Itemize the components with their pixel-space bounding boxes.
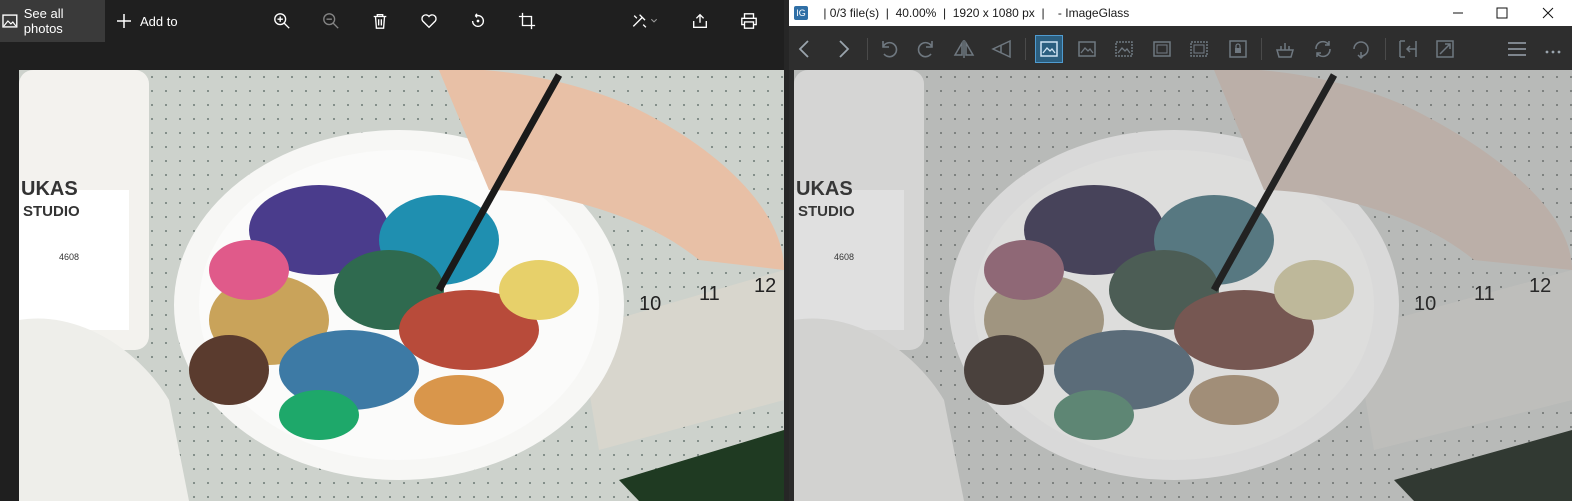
more-icon[interactable]	[1539, 35, 1567, 63]
reload-icon[interactable]	[1347, 35, 1375, 63]
zoom-width-icon[interactable]	[1110, 35, 1138, 63]
zoom-lock-icon[interactable]	[1224, 35, 1252, 63]
bottle-brand-text: UKAS	[21, 178, 78, 200]
photos-app-window: See all photos Add to UKAS STUDIO 4608 1…	[0, 0, 784, 501]
zoom-auto-icon[interactable]	[1035, 35, 1063, 63]
edit-icon[interactable]	[625, 8, 665, 34]
bottle-brand-sub-text: STUDIO	[23, 203, 80, 220]
maximize-button[interactable]	[1479, 0, 1525, 26]
share-icon[interactable]	[687, 8, 713, 34]
toolbar-separator	[1385, 38, 1386, 60]
fullscreen-icon[interactable]	[1431, 35, 1459, 63]
see-all-photos-label: See all photos	[23, 6, 64, 36]
zoom-fit-icon[interactable]	[1073, 35, 1101, 63]
ruler-mark-10: 10	[639, 293, 661, 315]
add-to-label: Add to	[140, 13, 178, 29]
minimize-icon	[1453, 12, 1463, 14]
toolbar-separator	[1261, 38, 1262, 60]
crop-icon[interactable]	[514, 8, 540, 34]
close-button[interactable]	[1525, 0, 1571, 26]
zoom-in-icon[interactable]	[269, 8, 295, 34]
ruler-mark-11: 11	[1474, 283, 1495, 305]
favorite-icon[interactable]	[416, 8, 442, 34]
photos-icon	[2, 14, 18, 28]
bottle-code-text: 4608	[834, 252, 854, 262]
minimize-button[interactable]	[1435, 0, 1481, 26]
open-with-icon[interactable]	[1271, 35, 1299, 63]
bottle-brand-text: UKAS	[796, 178, 853, 200]
photos-toolbar: See all photos Add to	[0, 0, 784, 42]
palette-photo-desaturated: UKAS STUDIO 4608 10 11 12	[794, 70, 1572, 501]
next-icon[interactable]	[829, 35, 857, 63]
imageglass-app-icon: IG	[794, 6, 808, 20]
rotate-icon[interactable]	[465, 8, 491, 34]
palette-photo: UKAS STUDIO 4608 10 11 12	[19, 70, 784, 501]
delete-icon[interactable]	[367, 8, 393, 34]
rotate-right-icon[interactable]	[912, 35, 940, 63]
close-icon	[1542, 7, 1554, 19]
ruler-mark-11: 11	[699, 283, 720, 305]
toolbar-separator	[867, 38, 868, 60]
window-title: | 0/3 file(s) | 40.00% | 1920 x 1080 px …	[820, 6, 1130, 20]
zoom-height-icon[interactable]	[1148, 35, 1176, 63]
fit-window-icon[interactable]	[1394, 35, 1422, 63]
imageglass-window: IG | 0/3 file(s) | 40.00% | 1920 x 1080 …	[789, 0, 1572, 501]
zoom-out-icon[interactable]	[318, 8, 344, 34]
ruler-mark-12: 12	[754, 275, 776, 297]
print-icon[interactable]	[736, 8, 762, 34]
flip-vertical-icon[interactable]	[987, 35, 1015, 63]
zoom-fill-icon[interactable]	[1185, 35, 1213, 63]
imageglass-titlebar[interactable]: IG | 0/3 file(s) | 40.00% | 1920 x 1080 …	[789, 0, 1572, 26]
imageglass-viewer[interactable]: UKAS STUDIO 4608 10 11 12	[794, 70, 1572, 501]
ruler-mark-12: 12	[1529, 275, 1551, 297]
rotate-left-icon[interactable]	[875, 35, 903, 63]
add-to-button[interactable]: Add to	[116, 0, 178, 42]
toolbar-separator	[1025, 38, 1026, 60]
maximize-icon	[1496, 7, 1508, 19]
plus-icon	[117, 14, 131, 28]
prev-icon[interactable]	[791, 35, 819, 63]
bottle-brand-sub-text: STUDIO	[798, 203, 855, 220]
flip-horizontal-icon[interactable]	[950, 35, 978, 63]
refresh-icon[interactable]	[1309, 35, 1337, 63]
photo-canvas[interactable]: UKAS STUDIO 4608 10 11 12	[19, 70, 784, 501]
menu-icon[interactable]	[1503, 35, 1531, 63]
imageglass-toolbar	[789, 26, 1572, 70]
bottle-code-text: 4608	[59, 252, 79, 262]
see-all-photos-button[interactable]: See all photos	[0, 0, 105, 42]
ruler-mark-10: 10	[1414, 293, 1436, 315]
